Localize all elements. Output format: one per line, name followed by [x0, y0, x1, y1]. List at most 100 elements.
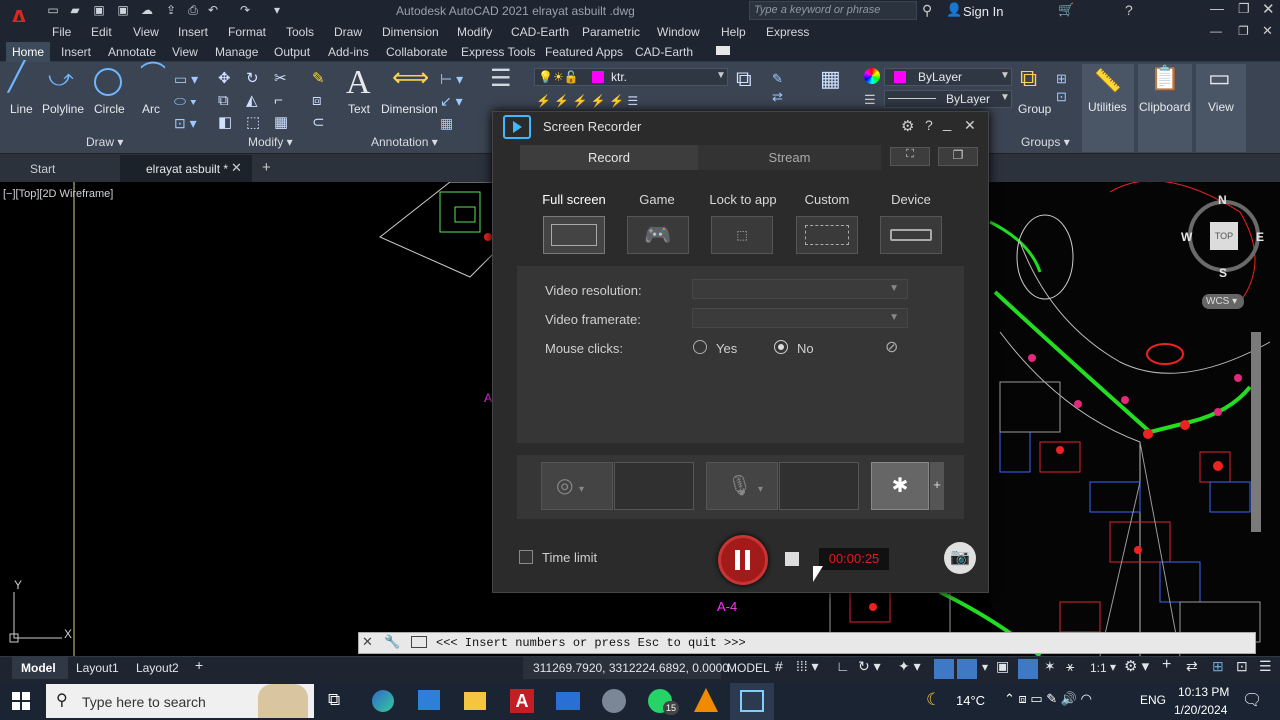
screenshot-camera-icon[interactable]: 📷: [944, 542, 976, 574]
osnap-toggle[interactable]: [957, 659, 977, 679]
viewport-controls[interactable]: [−][Top][2D Wireframe]: [3, 188, 113, 200]
tab-home[interactable]: Home: [12, 45, 44, 59]
wrench-icon[interactable]: 🔧: [384, 634, 400, 650]
scale-icon[interactable]: ⬚: [246, 114, 260, 132]
group-tools-icon[interactable]: ⊞ ⊡: [1056, 70, 1067, 106]
windows-start-icon[interactable]: [12, 692, 30, 710]
chevron-down-icon[interactable]: ▾: [758, 484, 763, 495]
custom-region-icon[interactable]: [796, 216, 858, 254]
rectangle-icon[interactable]: ▭ ▾: [174, 70, 198, 88]
add-layout-icon[interactable]: +: [195, 657, 203, 673]
linear-dim-icon[interactable]: ⊢ ▾: [440, 70, 463, 88]
mode-device[interactable]: Device: [871, 192, 951, 207]
chevron-down-icon[interactable]: ▾: [579, 484, 584, 495]
layout-tab-2[interactable]: Layout2: [136, 661, 179, 675]
mouse-clicks-yes-label[interactable]: Yes: [716, 341, 737, 356]
menu-file[interactable]: File: [52, 25, 71, 39]
array-icon[interactable]: ▦: [274, 114, 288, 132]
tab-annotate[interactable]: Annotate: [108, 45, 156, 59]
menu-tools[interactable]: Tools: [286, 25, 314, 39]
minimize-icon[interactable]: _: [943, 115, 951, 132]
tray-icons[interactable]: ⌃ ⧈ ▭ ✎ 🔊 ◠: [1004, 691, 1092, 707]
mirror-icon[interactable]: ◭: [246, 92, 258, 110]
tab-start[interactable]: Start: [30, 162, 55, 176]
capture-region-icon[interactable]: ⛶: [890, 147, 930, 166]
match-properties-icon[interactable]: ▦: [820, 68, 841, 90]
tab-add-ins[interactable]: Add-ins: [328, 45, 369, 59]
undo-icon[interactable]: ↶: [206, 3, 220, 17]
menu-parametric[interactable]: Parametric: [582, 25, 640, 39]
customization-icon[interactable]: ☰: [1259, 658, 1272, 675]
polar-icon[interactable]: ↻ ▾: [858, 658, 881, 675]
doc-minimize-icon[interactable]: —: [1210, 24, 1222, 38]
chevron-down-icon[interactable]: ▼: [1000, 70, 1010, 81]
close-icon[interactable]: ✕: [964, 117, 976, 134]
store-icon[interactable]: [418, 690, 440, 710]
autoscale-icon[interactable]: ✶: [1044, 658, 1056, 675]
layout-tab-model[interactable]: Model: [12, 657, 68, 679]
chevron-down-icon[interactable]: ▼: [1000, 92, 1010, 103]
quick-properties-icon[interactable]: ⊞: [1212, 658, 1224, 675]
lock-to-app-icon[interactable]: ⬚: [711, 216, 773, 254]
app-icon[interactable]: [602, 689, 626, 713]
tab-express-tools[interactable]: Express Tools: [461, 45, 535, 59]
tab-stream[interactable]: Stream: [698, 145, 881, 170]
group-tool[interactable]: Group: [1018, 102, 1051, 116]
modify-panel-label[interactable]: Modify ▾: [248, 135, 293, 153]
screen-recorder-window[interactable]: Screen Recorder ⚙ ? _ ✕ Record Stream ⛶ …: [492, 111, 989, 593]
color-wheel-icon[interactable]: [864, 68, 880, 84]
table-icon[interactable]: ▦: [440, 114, 453, 132]
groups-panel-label[interactable]: Groups ▾: [1021, 135, 1070, 153]
ortho-icon[interactable]: ∟: [836, 658, 850, 674]
explode-icon[interactable]: ⧈: [312, 92, 322, 110]
upload-icon[interactable]: ⇪: [164, 3, 178, 17]
menu-format[interactable]: Format: [228, 25, 266, 39]
open-folder-icon[interactable]: ▰: [68, 3, 82, 17]
cloud-icon[interactable]: ☁: [140, 3, 154, 17]
video-framerate-select[interactable]: ▼: [692, 308, 908, 328]
device-hdmi-icon[interactable]: [880, 216, 942, 254]
layer-properties-icon[interactable]: ☰: [490, 67, 512, 91]
tab-collaborate[interactable]: Collaborate: [386, 45, 447, 59]
tab-insert[interactable]: Insert: [61, 45, 91, 59]
save-as-icon[interactable]: ▣: [116, 3, 130, 17]
weather-moon-icon[interactable]: ☾: [926, 690, 941, 710]
rotate-icon[interactable]: ↻: [246, 70, 259, 88]
mail-icon[interactable]: [556, 692, 580, 710]
hatch-icon[interactable]: ⬭ ▾: [174, 92, 197, 110]
draw-panel-label[interactable]: Draw ▾: [86, 135, 123, 153]
menu-dimension[interactable]: Dimension: [382, 25, 439, 39]
language-indicator[interactable]: ENG: [1140, 693, 1166, 707]
tab-view[interactable]: View: [172, 45, 198, 59]
video-resolution-select[interactable]: ▼: [692, 279, 908, 299]
notifications-icon[interactable]: 🗨: [1242, 690, 1262, 710]
annotation-panel-label[interactable]: Annotation ▾: [371, 135, 438, 153]
tab-cad-earth[interactable]: CAD-Earth: [635, 45, 693, 59]
mouse-clicks-no-label[interactable]: No: [797, 341, 814, 356]
insert-block-icon[interactable]: ⧉: [736, 68, 752, 90]
dimension-tool[interactable]: Dimension: [381, 102, 438, 116]
dimension-icon[interactable]: ⟺: [392, 64, 429, 90]
menu-view[interactable]: View: [133, 25, 159, 39]
grid-icon[interactable]: #: [775, 658, 783, 674]
copy-icon[interactable]: ⧉: [218, 92, 229, 110]
move-icon[interactable]: ✥: [218, 70, 231, 88]
viewcube-east[interactable]: E: [1256, 230, 1264, 244]
tab-featured-apps[interactable]: Featured Apps: [545, 45, 623, 59]
arc-icon[interactable]: ⌒: [140, 62, 166, 88]
task-view-icon[interactable]: ⧉: [328, 690, 340, 710]
dropdown-arrow-icon[interactable]: ▾: [982, 660, 988, 674]
mode-lock-to-app[interactable]: Lock to app: [703, 192, 783, 207]
time-limit-checkbox[interactable]: [519, 550, 533, 564]
menu-express[interactable]: Express: [766, 25, 809, 39]
workspace-gear-icon[interactable]: ⚙ ▾: [1124, 657, 1149, 675]
ribbon-toggle-icon[interactable]: [716, 46, 730, 55]
leader-icon[interactable]: ↙ ▾: [440, 92, 463, 110]
disabled-icon[interactable]: ⊘: [885, 337, 898, 357]
circle-tool[interactable]: Circle: [94, 102, 125, 116]
tab-output[interactable]: Output: [274, 45, 310, 59]
trim-icon[interactable]: ✂: [274, 70, 287, 88]
close-tab-icon[interactable]: ✕: [231, 160, 242, 176]
arc-tool[interactable]: Arc: [142, 102, 160, 116]
osnap-tracking-icon[interactable]: ✦ ▾: [898, 658, 921, 675]
